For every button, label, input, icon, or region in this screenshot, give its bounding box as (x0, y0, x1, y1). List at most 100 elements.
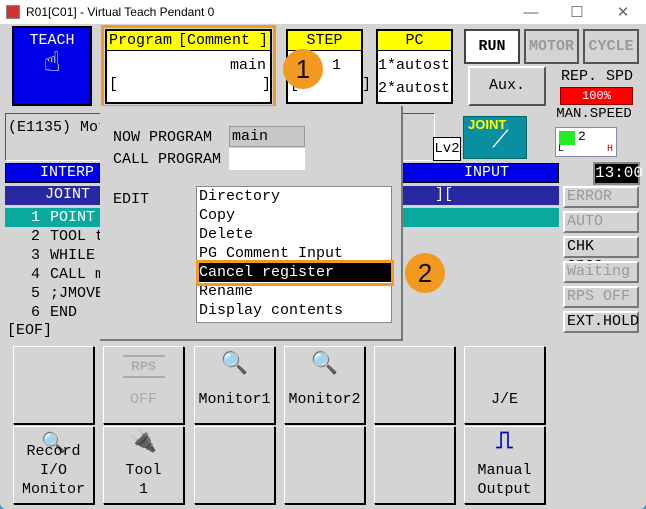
app-icon (6, 5, 20, 19)
edit-label: EDIT (113, 191, 150, 208)
line-text: ;JMOVE (50, 285, 105, 302)
function-key-label: OFF (129, 391, 157, 408)
label-line-1: Manual (477, 462, 532, 479)
function-key[interactable]: J/E (464, 346, 545, 424)
function-key[interactable]: 🔍 Record I/O Monitor (13, 426, 94, 504)
edit-item[interactable]: Copy (197, 206, 391, 225)
call-program-input[interactable] (229, 148, 305, 170)
line-number: 2 (30, 228, 40, 245)
joint-bar-label: JOINT (45, 186, 91, 203)
edit-item[interactable]: Directory (197, 187, 391, 206)
program-line[interactable]: 2 TOOL t (8, 227, 104, 246)
joint-mode-button[interactable]: JOINT ⟋ (463, 116, 527, 159)
program-line[interactable]: 1 POINT (8, 208, 95, 227)
function-key-label: Tool 1 (104, 461, 183, 499)
edit-item[interactable]: Display contents (197, 301, 391, 320)
function-key[interactable] (374, 346, 455, 424)
program-popup: NOW PROGRAM main CALL PROGRAM EDIT Direc… (100, 106, 403, 341)
hand-pointer-icon: ☝ (43, 49, 61, 80)
man-speed-level: 2 (578, 129, 586, 144)
now-program-field: main (229, 126, 305, 147)
waiting-button[interactable]: Waiting (563, 261, 639, 283)
line-number: 1 (30, 209, 40, 226)
monitor-icon: 🔍 (310, 352, 339, 377)
title-bar: R01[C01] - Virtual Teach Pendant 0 — ☐ ✕ (0, 0, 646, 24)
function-key[interactable]: ⎍ Manual Output (464, 426, 545, 504)
close-button[interactable]: ✕ (600, 3, 646, 21)
line-number: 3 (30, 247, 40, 264)
man-speed-fill (559, 131, 575, 145)
input-label: INPUT (464, 164, 510, 181)
teach-mode-indicator: TEACH ☝ (12, 26, 92, 106)
selected-item-highlight (196, 260, 394, 286)
maximize-button[interactable]: ☐ (554, 3, 600, 21)
line-text: TOOL t (50, 228, 105, 245)
manual-output-icon: ⎍ (496, 429, 513, 456)
level-indicator: Lv2 (433, 137, 461, 161)
monitor-icon: 🔍 (220, 352, 249, 377)
rps-off-button[interactable]: RPS OFF (563, 286, 639, 308)
rps-icon: RPS (122, 355, 165, 378)
clock: 13:00 (593, 162, 643, 185)
edit-list[interactable]: Directory Copy Delete PG Comment Input Cance… (196, 186, 392, 323)
label-line-1: Tool (125, 462, 162, 479)
line-number: 4 (30, 266, 40, 283)
annotation-badge-2: 2 (405, 253, 445, 293)
auto-button[interactable]: AUTO (563, 211, 639, 233)
program-line[interactable]: 3 WHILE (8, 246, 95, 265)
annotation-badge-1: 1 (283, 49, 323, 89)
robot-arm-icon: ⟋ (492, 128, 509, 155)
function-key[interactable] (284, 426, 365, 504)
program-name: main (229, 57, 266, 74)
ext-hold-button[interactable]: EXT.HOLD (563, 311, 639, 333)
cycle-button[interactable]: CYCLE (583, 29, 639, 64)
call-program-label: CALL PROGRAM (113, 151, 222, 168)
line-text: WHILE (50, 247, 96, 264)
line-text: CALL m (50, 266, 105, 283)
program-line[interactable]: 4 CALL m (8, 265, 104, 284)
program-comment: [ ] (109, 76, 272, 93)
error-button[interactable]: ERROR (563, 186, 639, 208)
line-number: 5 (30, 285, 40, 302)
comment-header: [Comment ] (177, 32, 268, 49)
function-key[interactable]: 🔍 Monitor2 (284, 346, 365, 424)
label-line-2: Output (477, 481, 532, 498)
function-key-label: Record I/O Monitor (14, 442, 93, 499)
line-number: 6 (30, 304, 40, 321)
function-key[interactable] (194, 426, 275, 504)
tool-plug-icon: 🔌 (129, 430, 158, 455)
line-text: END (50, 304, 78, 321)
motor-button[interactable]: MOTOR (524, 29, 579, 64)
function-key-label: Manual Output (465, 461, 544, 499)
function-key[interactable]: 🔍 Monitor1 (194, 346, 275, 424)
label-line-1: Record I/O (26, 443, 81, 479)
minimize-button[interactable]: — (508, 4, 554, 21)
pc-header: PC (378, 31, 451, 51)
label-line-2: 1 (138, 481, 148, 498)
program-header: Program (109, 32, 173, 49)
program-line[interactable]: 5 ;JMOVE (8, 284, 104, 303)
function-key[interactable]: RPS OFF (103, 346, 184, 424)
mode-label: TEACH (29, 32, 75, 49)
function-key[interactable]: 🔌 Tool 1 (103, 426, 184, 504)
eof-marker: [EOF] (7, 322, 53, 339)
pc-line-2: 2*autost (378, 80, 451, 97)
check-once-button[interactable]: CHK once (563, 236, 639, 273)
aux-button[interactable]: Aux. (468, 66, 546, 106)
run-button[interactable]: RUN (464, 29, 520, 64)
program-line[interactable]: 6 END (8, 303, 77, 322)
function-key[interactable] (13, 346, 94, 424)
man-speed-high: H (606, 144, 613, 155)
man-speed-gauge[interactable]: 2 L H (555, 127, 617, 157)
function-key-label: Monitor2 (288, 391, 361, 408)
function-key[interactable] (374, 426, 455, 504)
line-text: POINT (50, 209, 96, 226)
man-speed-label: MAN.SPEED (556, 106, 632, 122)
edit-item[interactable]: Delete (197, 225, 391, 244)
man-speed-low: L (558, 144, 565, 155)
window-title: R01[C01] - Virtual Teach Pendant 0 (26, 5, 215, 19)
rep-speed-label: REP. SPD (560, 68, 633, 85)
program-box[interactable]: Program [Comment ] main [ ] (105, 29, 272, 104)
pc-line-1: 1*autost (378, 57, 451, 74)
pc-box[interactable]: PC 1*autost 2*autost (376, 29, 453, 104)
